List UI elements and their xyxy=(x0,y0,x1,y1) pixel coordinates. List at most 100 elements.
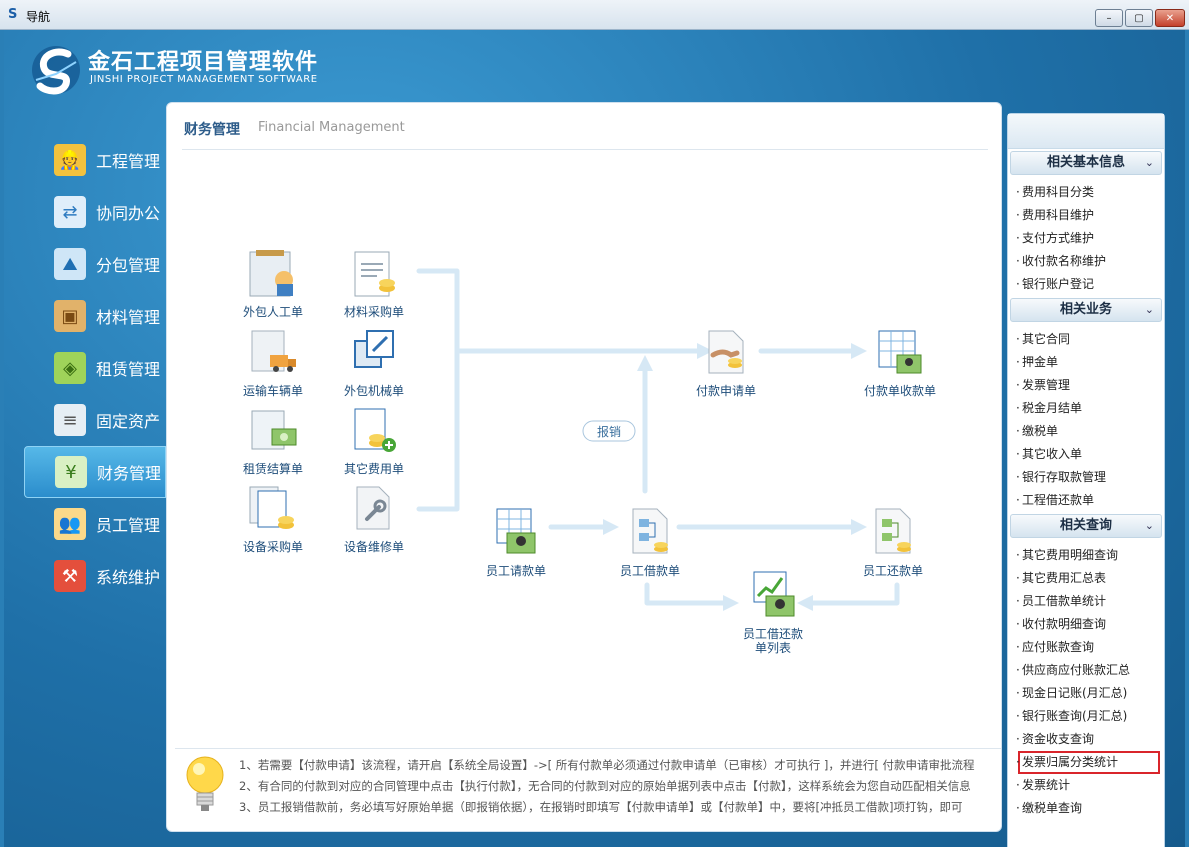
nav-item-employees[interactable]: 👥 员工管理 xyxy=(24,498,166,550)
wrench-document-icon xyxy=(356,486,390,530)
flow-equipment-purchase[interactable]: 设备采购单 xyxy=(228,481,318,554)
nav-item-label: 材料管理 xyxy=(96,308,161,327)
nav-item-finance[interactable]: ¥ 财务管理 xyxy=(24,446,166,498)
restore-button[interactable]: ▢ xyxy=(1125,9,1153,27)
brand-name: 金石工程项目管理软件 xyxy=(88,50,319,75)
list-item[interactable]: 收付款明细查询 xyxy=(1008,613,1164,636)
list-item-highlighted[interactable]: 发票归属分类统计 xyxy=(1016,751,1160,774)
flow-label: 付款单收款单 xyxy=(863,384,936,398)
people-icon: 👥 xyxy=(54,508,86,540)
list-item[interactable]: 费用科目维护 xyxy=(1008,204,1164,227)
list-item[interactable]: 工程借还款单 xyxy=(1008,489,1164,512)
section-header-basic-info[interactable]: 相关基本信息 ⌄ xyxy=(1010,151,1162,175)
flow-loan-repay-list[interactable]: 员工借还款 单列表 xyxy=(728,568,818,655)
list-item[interactable]: 缴税单查询 xyxy=(1008,797,1164,820)
flow-outsource-labor[interactable]: 外包人工单 xyxy=(228,246,318,319)
list-item[interactable]: 收付款名称维护 xyxy=(1008,250,1164,273)
list-item[interactable]: 押金单 xyxy=(1008,351,1164,374)
left-nav: 👷 工程管理 ⇄ 协同办公 ⛰ 分包管理 ▣ 材料管理 ◈ 租赁管理 ≡ 固定资… xyxy=(24,134,166,602)
flow-lease-settlement[interactable]: 租赁结算单 xyxy=(228,403,318,476)
flow-label: 设备维修单 xyxy=(343,540,404,554)
flow-payment-request[interactable]: 付款申请单 xyxy=(681,325,771,398)
machine-window-icon xyxy=(354,330,394,368)
list-item[interactable]: 现金日记账(月汇总) xyxy=(1008,682,1164,705)
server-icon: ≡ xyxy=(54,404,86,436)
flow-outsource-machine[interactable]: 外包机械单 xyxy=(329,325,419,398)
list-item[interactable]: 发票统计 xyxy=(1008,774,1164,797)
flow-label: 外包人工单 xyxy=(242,305,303,319)
lightbulb-icon xyxy=(186,756,224,811)
flow-label: 其它费用单 xyxy=(343,462,404,476)
flow-label: 设备采购单 xyxy=(242,540,303,554)
list-item[interactable]: 其它费用汇总表 xyxy=(1008,567,1164,590)
chart-people-icon xyxy=(753,571,795,617)
payment-hand-icon xyxy=(708,330,744,374)
flow-equipment-repair[interactable]: 设备维修单 xyxy=(329,481,419,554)
window-title: 导航 xyxy=(26,10,51,24)
tips-text: 1、若需要【付款申请】该流程，请开启【系统全局设置】->[ 所有付款单必须通过付… xyxy=(239,755,997,818)
list-item[interactable]: 资金收支查询 xyxy=(1008,728,1164,751)
section-header-business[interactable]: 相关业务 ⌄ xyxy=(1010,298,1162,322)
flow-transport-vehicle[interactable]: 运输车辆单 xyxy=(228,325,318,398)
flow-other-expense[interactable]: 其它费用单 xyxy=(329,403,419,476)
flow-material-purchase[interactable]: 材料采购单 xyxy=(329,246,419,319)
nav-item-label: 固定资产 xyxy=(96,412,161,431)
brand-name-en: JINSHI PROJECT MANAGEMENT SOFTWARE xyxy=(90,74,318,85)
list-item[interactable]: 费用科目分类 xyxy=(1008,181,1164,204)
app-icon: S xyxy=(8,7,18,22)
worker-document-icon xyxy=(249,250,293,297)
document-money-icon xyxy=(251,410,297,450)
flow-payment-receipt[interactable]: 付款单收款单 xyxy=(855,325,945,398)
flow-label: 员工还款单 xyxy=(862,564,923,578)
content-panel: 财务管理 Financial Management 报销 外包人工单 材料采购单… xyxy=(166,102,1002,832)
nav-item-system[interactable]: ⚒ 系统维护 xyxy=(24,550,166,602)
tip-line: 3、员工报销借款前，务必填写好原始单据（即报销依据），在报销时即填写【付款申请单… xyxy=(239,800,963,814)
nav-item-materials[interactable]: ▣ 材料管理 xyxy=(24,290,166,342)
related-panel: 相关基本信息 ⌄ 费用科目分类 费用科目维护 支付方式维护 收付款名称维护 银行… xyxy=(1007,113,1165,847)
document-coins-icon xyxy=(354,251,395,297)
nav-item-label: 工程管理 xyxy=(96,152,161,171)
list-item[interactable]: 其它费用明细查询 xyxy=(1008,544,1164,567)
collaboration-icon: ⇄ xyxy=(54,196,86,228)
list-item[interactable]: 其它合同 xyxy=(1008,328,1164,351)
nav-item-fixed-assets[interactable]: ≡ 固定资产 xyxy=(24,394,166,446)
flow-employee-repay[interactable]: 员工还款单 xyxy=(848,505,938,578)
minimize-button[interactable]: – xyxy=(1095,9,1123,27)
window-titlebar: S 导航 – ▢ ✕ xyxy=(0,0,1189,30)
reimburse-badge[interactable]: 报销 xyxy=(583,423,635,440)
list-item[interactable]: 银行存取款管理 xyxy=(1008,466,1164,489)
list-item[interactable]: 缴税单 xyxy=(1008,420,1164,443)
chevron-down-icon: ⌄ xyxy=(1144,156,1154,169)
documents-coins-icon xyxy=(249,486,294,529)
list-item[interactable]: 员工借款单统计 xyxy=(1008,590,1164,613)
engineer-icon: 👷 xyxy=(54,144,86,176)
money-icon: ¥ xyxy=(55,456,87,488)
list-item[interactable]: 银行账户登记 xyxy=(1008,273,1164,296)
basic-info-list: 费用科目分类 费用科目维护 支付方式维护 收付款名称维护 银行账户登记 xyxy=(1008,181,1164,296)
list-item[interactable]: 供应商应付账款汇总 xyxy=(1008,659,1164,682)
list-item[interactable]: 支付方式维护 xyxy=(1008,227,1164,250)
list-item[interactable]: 税金月结单 xyxy=(1008,397,1164,420)
nav-item-collaboration[interactable]: ⇄ 协同办公 xyxy=(24,186,166,238)
list-item[interactable]: 发票管理 xyxy=(1008,374,1164,397)
queries-list: 其它费用明细查询 其它费用汇总表 员工借款单统计 收付款明细查询 应付账款查询 … xyxy=(1008,544,1164,820)
tip-line: 2、有合同的付款到对应的合同管理中点击【执行付款】，无合同的付款到对应的原始单据… xyxy=(239,779,971,793)
flow-employee-request[interactable]: 员工请款单 xyxy=(471,505,561,578)
nav-item-subcontract[interactable]: ⛰ 分包管理 xyxy=(24,238,166,290)
chevron-down-icon: ⌄ xyxy=(1144,303,1154,316)
flow-label: 员工借还款 xyxy=(742,627,803,641)
close-button[interactable]: ✕ xyxy=(1155,9,1185,27)
table-person-icon xyxy=(496,508,536,554)
list-item[interactable]: 银行账查询(月汇总) xyxy=(1008,705,1164,728)
nav-item-label: 分包管理 xyxy=(96,256,161,275)
nav-item-label: 协同办公 xyxy=(96,204,161,223)
nav-item-leasing[interactable]: ◈ 租赁管理 xyxy=(24,342,166,394)
nav-item-label: 员工管理 xyxy=(96,516,161,535)
window-controls: – ▢ ✕ xyxy=(1095,9,1185,27)
flow-employee-loan[interactable]: 员工借款单 xyxy=(605,505,695,578)
section-header-queries[interactable]: 相关查询 ⌄ xyxy=(1010,514,1162,538)
list-item[interactable]: 其它收入单 xyxy=(1008,443,1164,466)
list-item[interactable]: 应付账款查询 xyxy=(1008,636,1164,659)
flowchart-coins-icon xyxy=(632,508,668,554)
nav-item-engineering[interactable]: 👷 工程管理 xyxy=(24,134,166,186)
